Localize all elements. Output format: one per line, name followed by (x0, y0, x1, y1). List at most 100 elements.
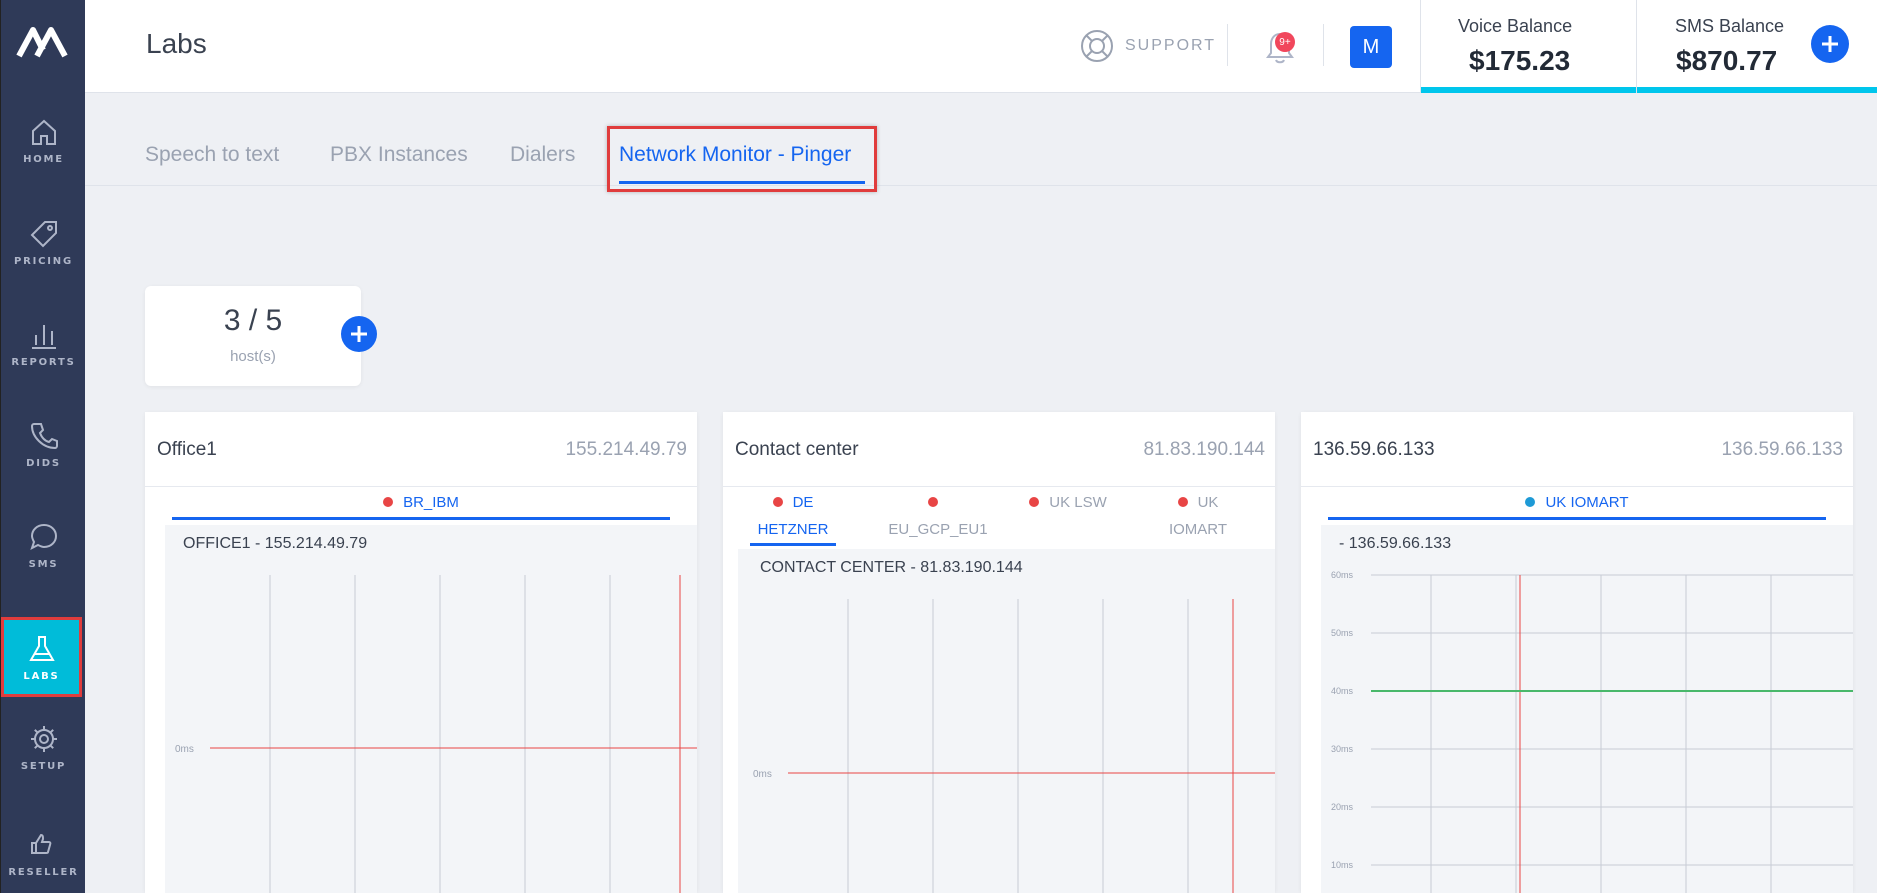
sidebar-item-label: SMS (28, 558, 59, 570)
location-underline (750, 543, 836, 546)
location-label: DE (792, 494, 814, 511)
home-icon (31, 119, 56, 145)
avatar[interactable]: M (1350, 26, 1392, 68)
location-tab-uk-iomart[interactable]: UK IOMART (1143, 489, 1253, 543)
hosts-card: 3 / 5 host(s) (145, 286, 361, 386)
panel-name: Office1 (157, 439, 217, 460)
voice-balance[interactable]: Voice Balance $175.23 (1420, 0, 1636, 93)
header-divider (1227, 24, 1228, 66)
location-sublabel: HETZNER (757, 521, 829, 538)
y-tick-label: 0ms (753, 769, 772, 780)
sms-balance-label: SMS Balance (1675, 16, 1785, 36)
y-tick-label: 0ms (175, 744, 194, 755)
hosts-label: host(s) (230, 348, 276, 365)
support-button[interactable]: SUPPORT (1079, 28, 1216, 64)
location-sublabel: EU_GCP_EU1 (888, 521, 988, 538)
hosts-count: 3 / 5 (223, 304, 283, 337)
location-underline (1328, 517, 1826, 520)
y-tick-label: 30ms (1331, 744, 1354, 754)
location-tab-uk-iomart[interactable]: UK IOMART (1301, 489, 1853, 516)
support-label: SUPPORT (1125, 37, 1217, 54)
host-panel-136-59-66-133: 136.59.66.133 136.59.66.133 UK IOMART - … (1301, 412, 1853, 893)
latency-chart: CONTACT CENTER - 81.83.190.144 0ms (738, 549, 1275, 893)
header-divider (1323, 24, 1324, 66)
bar-chart-icon (31, 324, 56, 349)
voice-balance-value: $175.23 (1469, 45, 1571, 76)
phone-icon (30, 422, 58, 449)
panel-header: 136.59.66.133 136.59.66.133 (1301, 412, 1853, 487)
sidebar-item-sms[interactable]: SMS (1, 505, 86, 585)
y-tick-label: 60ms (1331, 570, 1354, 580)
sidebar-item-label: HOME (23, 153, 64, 165)
panel-ip: 81.83.190.144 (1143, 439, 1265, 460)
top-bar: Labs SUPPORT 9+ M Voice Balance $175.23 … (85, 0, 1877, 93)
location-label: UK IOMART (1545, 494, 1629, 511)
gear-icon (30, 725, 57, 752)
location-label: UK LSW (1049, 494, 1107, 511)
latency-chart-plot: 60ms 50ms 40ms 30ms 20ms 10ms (1331, 570, 1853, 893)
flask-icon (28, 635, 55, 661)
plus-icon (1822, 36, 1838, 52)
sidebar: HOME PRICING REPORTS DIDS SMS LABS SETUP… (0, 0, 85, 893)
add-balance-button[interactable] (1811, 25, 1849, 63)
panel-header: Contact center 81.83.190.144 (723, 412, 1275, 487)
sidebar-item-label: REPORTS (11, 356, 76, 368)
status-dot (928, 497, 938, 508)
y-tick-label: 20ms (1331, 802, 1354, 812)
latency-chart: OFFICE1 - 155.214.49.79 0ms (165, 525, 697, 893)
latency-chart-plot: 0ms (175, 575, 697, 893)
page-title: Labs (146, 28, 207, 59)
panel-name: 136.59.66.133 (1313, 439, 1435, 460)
plus-icon (351, 326, 367, 342)
lifebuoy-icon (1081, 30, 1113, 62)
status-dot (1525, 497, 1536, 508)
sidebar-item-label: SETUP (20, 760, 67, 772)
host-panel-contact-center: Contact center 81.83.190.144 DE HETZNER … (723, 412, 1275, 893)
voice-balance-label: Voice Balance (1458, 16, 1573, 36)
panel-ip: 136.59.66.133 (1721, 439, 1843, 460)
y-tick-label: 10ms (1331, 860, 1354, 870)
y-tick-label: 40ms (1331, 686, 1354, 696)
location-tab-uk-lsw[interactable]: UK LSW (1013, 489, 1123, 516)
sidebar-item-label: DIDS (26, 457, 61, 469)
tab-highlight-box (607, 126, 877, 192)
status-dot (772, 497, 783, 508)
location-tab-br-ibm[interactable]: BR_IBM (145, 489, 697, 516)
sidebar-item-label: PRICING (14, 255, 73, 267)
sidebar-item-label: LABS (23, 670, 60, 682)
chat-bubble-icon (29, 523, 57, 550)
notification-badge: 9+ (1275, 32, 1295, 52)
location-tab-de-hetzner[interactable]: DE HETZNER (743, 489, 843, 543)
sidebar-item-label: RESELLER (8, 866, 79, 878)
panel-header: Office1 155.214.49.79 (145, 412, 697, 487)
latency-chart-plot: 0ms (753, 599, 1275, 893)
location-underline (172, 517, 670, 520)
latency-chart: - 136.59.66.133 60ms 50ms 40ms 30ms 20ms… (1321, 525, 1853, 893)
sidebar-item-pricing[interactable]: PRICING (1, 202, 86, 282)
tab-bar: Speech to text PBX Instances Dialers Net… (85, 93, 1877, 192)
sidebar-item-home[interactable]: HOME (1, 100, 86, 180)
sidebar-item-reports[interactable]: REPORTS (1, 303, 86, 383)
add-host-button[interactable] (341, 316, 377, 352)
sidebar-item-dids[interactable]: DIDS (1, 404, 86, 484)
sidebar-item-labs[interactable]: LABS (1, 617, 82, 697)
status-dot (1177, 497, 1188, 508)
host-panel-office1: Office1 155.214.49.79 BR_IBM OFFICE1 - 1… (145, 412, 697, 893)
location-sublabel: IOMART (1168, 521, 1228, 538)
location-tab-eu-gcp-eu1[interactable]: EU_GCP_EU1 (883, 489, 993, 543)
status-dot (383, 497, 394, 508)
sidebar-item-reseller[interactable]: RESELLER (1, 813, 86, 893)
panel-name: Contact center (735, 439, 859, 460)
y-tick-label: 50ms (1331, 628, 1354, 638)
sidebar-item-setup[interactable]: SETUP (1, 707, 86, 787)
location-label: BR_IBM (403, 494, 459, 511)
tab-dialers[interactable]: Dialers (510, 143, 575, 167)
tab-speech-to-text[interactable]: Speech to text (145, 143, 279, 167)
tab-pbx-instances[interactable]: PBX Instances (330, 143, 468, 167)
logo-icon[interactable] (15, 20, 71, 64)
panel-ip: 155.214.49.79 (565, 439, 687, 460)
sms-balance-value: $870.77 (1676, 45, 1778, 76)
location-label: UK (1197, 494, 1219, 511)
thumbs-up-icon (30, 833, 51, 854)
tag-icon (30, 220, 57, 247)
